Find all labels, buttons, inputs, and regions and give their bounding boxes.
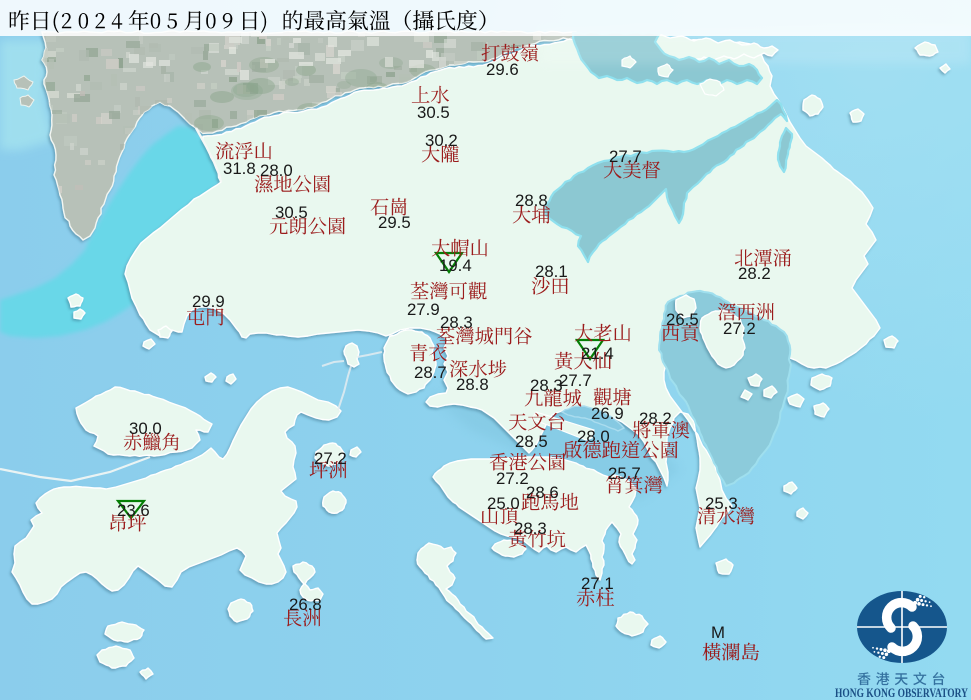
- svg-text:30.0: 30.0: [129, 419, 162, 438]
- svg-text:28.3: 28.3: [440, 313, 473, 332]
- svg-text:28.5: 28.5: [515, 432, 548, 451]
- svg-text:29.9: 29.9: [192, 292, 225, 311]
- svg-text:28.8: 28.8: [456, 375, 489, 394]
- svg-text:25.3: 25.3: [705, 494, 738, 513]
- svg-text:28.3: 28.3: [530, 376, 563, 395]
- svg-text:30.5: 30.5: [275, 203, 308, 222]
- svg-text:30.2: 30.2: [425, 131, 458, 150]
- svg-text:26.9: 26.9: [591, 404, 624, 423]
- svg-text:27.7: 27.7: [559, 371, 592, 390]
- svg-text:28.1: 28.1: [535, 262, 568, 281]
- svg-text:28.6: 28.6: [526, 483, 559, 502]
- svg-text:28.0: 28.0: [577, 427, 610, 446]
- svg-text:29.5: 29.5: [378, 213, 411, 232]
- svg-text:30.5: 30.5: [417, 103, 450, 122]
- svg-text:M: M: [711, 623, 725, 642]
- svg-text:27.7: 27.7: [609, 147, 642, 166]
- svg-text:19.4: 19.4: [439, 256, 472, 275]
- svg-text:28.7: 28.7: [414, 363, 447, 382]
- svg-text:28.3: 28.3: [514, 519, 547, 538]
- svg-text:28.8: 28.8: [515, 191, 548, 210]
- svg-text:28.2: 28.2: [738, 264, 771, 283]
- svg-text:27.1: 27.1: [581, 574, 614, 593]
- svg-text:25.0: 25.0: [487, 494, 520, 513]
- svg-text:27.9: 27.9: [407, 300, 440, 319]
- svg-text:28.0: 28.0: [260, 161, 293, 180]
- svg-text:31.8: 31.8: [223, 159, 256, 178]
- svg-text:21.4: 21.4: [581, 344, 614, 363]
- svg-text:28.2: 28.2: [639, 409, 672, 428]
- svg-text:HONG KONG OBSERVATORY: HONG KONG OBSERVATORY: [835, 686, 968, 700]
- svg-text:23.6: 23.6: [117, 501, 150, 520]
- svg-text:26.8: 26.8: [289, 595, 322, 614]
- svg-text:27.2: 27.2: [496, 469, 529, 488]
- svg-text:25.7: 25.7: [608, 464, 641, 483]
- svg-text:26.5: 26.5: [666, 310, 699, 329]
- svg-text:27.2: 27.2: [314, 449, 347, 468]
- svg-text:27.2: 27.2: [723, 319, 756, 338]
- svg-text:29.6: 29.6: [486, 60, 519, 79]
